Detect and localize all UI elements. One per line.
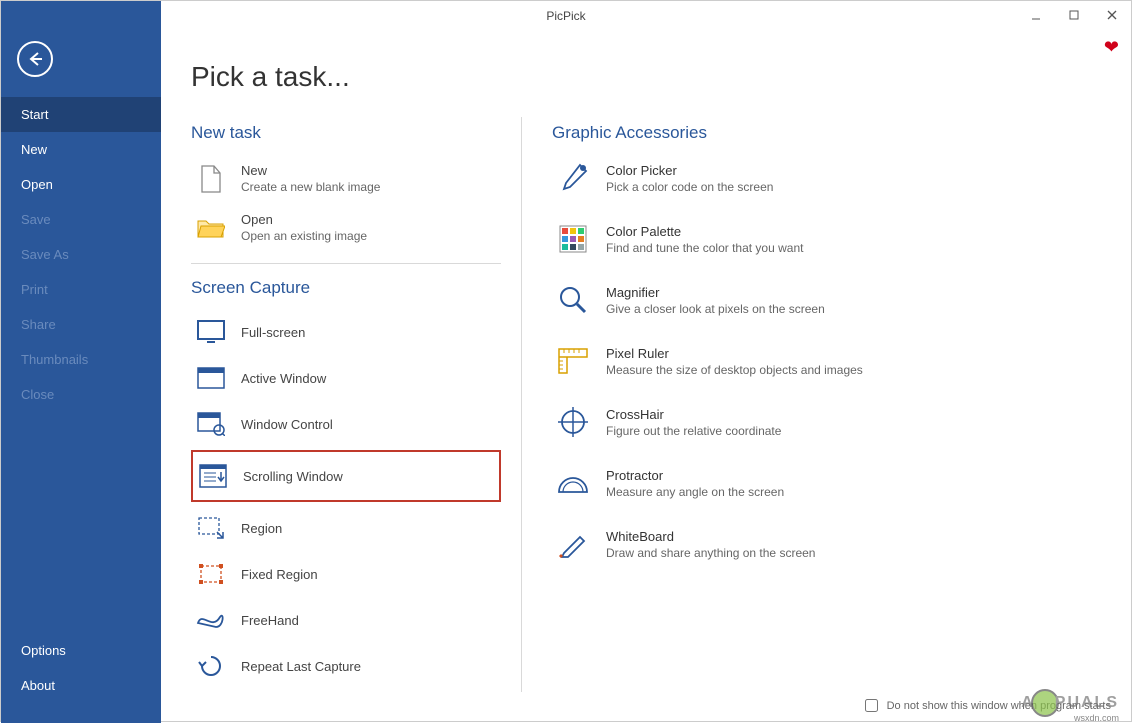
page-title: Pick a task...: [191, 61, 1101, 93]
task-window-control[interactable]: Window Control: [191, 404, 501, 444]
task-repeat-label: Repeat Last Capture: [241, 659, 361, 674]
task-new-label: New: [241, 163, 380, 178]
accessory-whiteboard[interactable]: WhiteBoard Draw and share anything on th…: [552, 523, 1101, 566]
sidebar-item-print: Print: [1, 272, 161, 307]
back-button[interactable]: [17, 41, 53, 77]
region-icon: [195, 514, 227, 542]
freehand-icon: [195, 606, 227, 634]
repeat-icon: [195, 652, 227, 680]
eyedropper-icon: [556, 163, 590, 193]
accessory-color-palette-desc: Find and tune the color that you want: [606, 241, 803, 255]
task-fixed-region[interactable]: Fixed Region: [191, 554, 501, 594]
monitor-icon: [195, 318, 227, 346]
screen-capture-heading: Screen Capture: [191, 278, 501, 298]
accessory-pixel-ruler[interactable]: Pixel Ruler Measure the size of desktop …: [552, 340, 1101, 383]
back-arrow-icon: [26, 50, 44, 68]
accessory-color-picker-desc: Pick a color code on the screen: [606, 180, 773, 194]
window-controls: [1017, 1, 1131, 29]
task-window-control-label: Window Control: [241, 417, 333, 432]
task-new[interactable]: New Create a new blank image: [191, 157, 501, 200]
crosshair-icon: [556, 407, 590, 437]
protractor-icon: [556, 468, 590, 498]
sidebar-item-share: Share: [1, 307, 161, 342]
maximize-icon: [1068, 9, 1080, 21]
task-fullscreen[interactable]: Full-screen: [191, 312, 501, 352]
minimize-icon: [1030, 9, 1042, 21]
task-repeat-last[interactable]: Repeat Last Capture: [191, 646, 501, 686]
accessory-whiteboard-desc: Draw and share anything on the screen: [606, 546, 815, 560]
section-divider: [191, 263, 501, 264]
task-scrolling-window-label: Scrolling Window: [243, 469, 343, 484]
do-not-show-checkbox[interactable]: [865, 699, 878, 712]
close-icon: [1106, 9, 1118, 21]
accessory-protractor-label: Protractor: [606, 468, 784, 483]
window-icon: [195, 364, 227, 392]
ruler-icon: [556, 346, 590, 376]
magnifier-icon: [556, 285, 590, 315]
accessory-color-palette-label: Color Palette: [606, 224, 803, 239]
accessory-protractor[interactable]: Protractor Measure any angle on the scre…: [552, 462, 1101, 505]
open-folder-icon: [195, 214, 227, 242]
task-active-window-label: Active Window: [241, 371, 326, 386]
fixed-region-icon: [195, 560, 227, 588]
sidebar-item-start[interactable]: Start: [1, 97, 161, 132]
accessory-pixel-ruler-desc: Measure the size of desktop objects and …: [606, 363, 863, 377]
scrolling-window-icon: [197, 462, 229, 490]
right-column: Graphic Accessories Color Picker Pick a …: [521, 117, 1101, 692]
accessory-color-picker-label: Color Picker: [606, 163, 773, 178]
task-region[interactable]: Region: [191, 508, 501, 548]
app-title: PicPick: [1, 9, 1131, 23]
task-fixed-region-label: Fixed Region: [241, 567, 318, 582]
titlebar-sidebar-fill: [1, 1, 161, 31]
sidebar-item-save-as: Save As: [1, 237, 161, 272]
accessory-color-picker[interactable]: Color Picker Pick a color code on the sc…: [552, 157, 1101, 200]
task-open-label: Open: [241, 212, 367, 227]
pen-icon: [556, 529, 590, 559]
accessory-magnifier-desc: Give a closer look at pixels on the scre…: [606, 302, 825, 316]
sidebar: Start New Open Save Save As Print Share …: [1, 31, 161, 723]
new-file-icon: [195, 165, 227, 193]
sidebar-item-about[interactable]: About: [1, 668, 161, 703]
palette-icon: [556, 224, 590, 254]
sidebar-item-thumbnails: Thumbnails: [1, 342, 161, 377]
accessory-pixel-ruler-label: Pixel Ruler: [606, 346, 863, 361]
accessory-crosshair[interactable]: CrossHair Figure out the relative coordi…: [552, 401, 1101, 444]
accessory-crosshair-label: CrossHair: [606, 407, 781, 422]
sidebar-item-new[interactable]: New: [1, 132, 161, 167]
minimize-button[interactable]: [1017, 1, 1055, 29]
accessory-magnifier[interactable]: Magnifier Give a closer look at pixels o…: [552, 279, 1101, 322]
task-freehand[interactable]: FreeHand: [191, 600, 501, 640]
accessory-color-palette[interactable]: Color Palette Find and tune the color th…: [552, 218, 1101, 261]
task-fullscreen-label: Full-screen: [241, 325, 305, 340]
titlebar: PicPick: [1, 1, 1131, 31]
sidebar-item-open[interactable]: Open: [1, 167, 161, 202]
window-control-icon: [195, 410, 227, 438]
task-scrolling-window[interactable]: Scrolling Window: [191, 450, 501, 502]
accessory-crosshair-desc: Figure out the relative coordinate: [606, 424, 781, 438]
accessory-protractor-desc: Measure any angle on the screen: [606, 485, 784, 499]
task-open-desc: Open an existing image: [241, 229, 367, 243]
sidebar-item-close: Close: [1, 377, 161, 412]
sidebar-item-options[interactable]: Options: [1, 633, 161, 668]
task-open[interactable]: Open Open an existing image: [191, 206, 501, 249]
accessory-magnifier-label: Magnifier: [606, 285, 825, 300]
accessory-whiteboard-label: WhiteBoard: [606, 529, 815, 544]
task-new-desc: Create a new blank image: [241, 180, 380, 194]
left-column: New task New Create a new blank image: [191, 117, 521, 692]
task-region-label: Region: [241, 521, 282, 536]
accessories-heading: Graphic Accessories: [552, 123, 1101, 143]
sidebar-item-save: Save: [1, 202, 161, 237]
content-area: Pick a task... New task New Create a new…: [161, 31, 1131, 723]
maximize-button[interactable]: [1055, 1, 1093, 29]
close-button[interactable]: [1093, 1, 1131, 29]
task-active-window[interactable]: Active Window: [191, 358, 501, 398]
new-task-heading: New task: [191, 123, 501, 143]
task-freehand-label: FreeHand: [241, 613, 299, 628]
